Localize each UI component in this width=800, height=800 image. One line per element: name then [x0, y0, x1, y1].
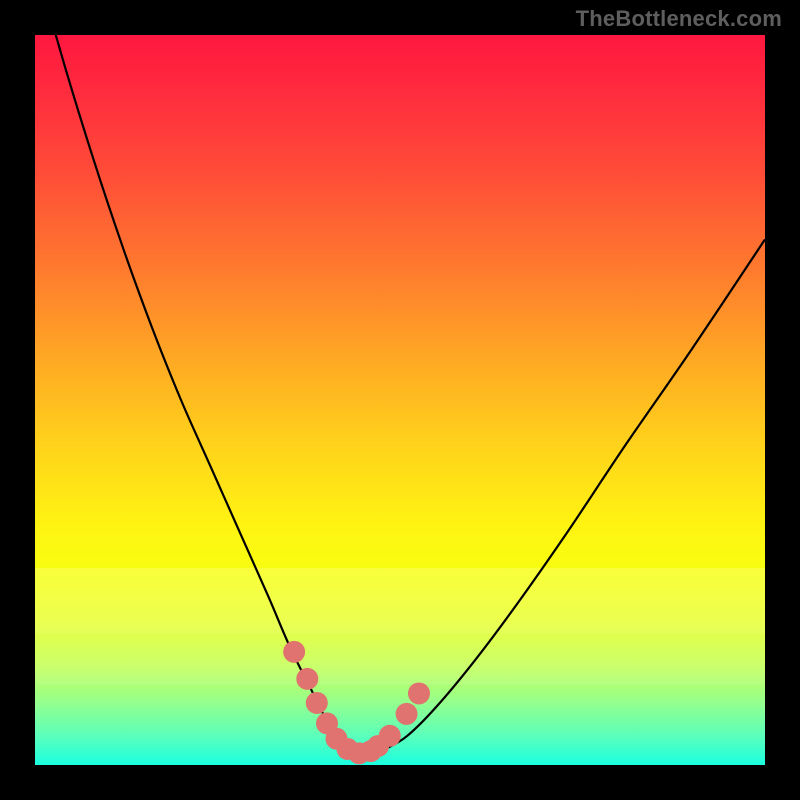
highlight-point: [306, 692, 328, 714]
highlight-point: [408, 682, 430, 704]
highlight-point: [296, 668, 318, 690]
plot-area: [35, 35, 765, 765]
highlight-point: [396, 703, 418, 725]
highlight-point: [379, 725, 401, 747]
watermark-text: TheBottleneck.com: [576, 6, 782, 32]
chart-frame: TheBottleneck.com: [0, 0, 800, 800]
pale-band-1: [35, 568, 765, 634]
curve-layer: [35, 35, 765, 765]
highlight-point: [283, 641, 305, 663]
pale-band-2: [35, 634, 765, 685]
